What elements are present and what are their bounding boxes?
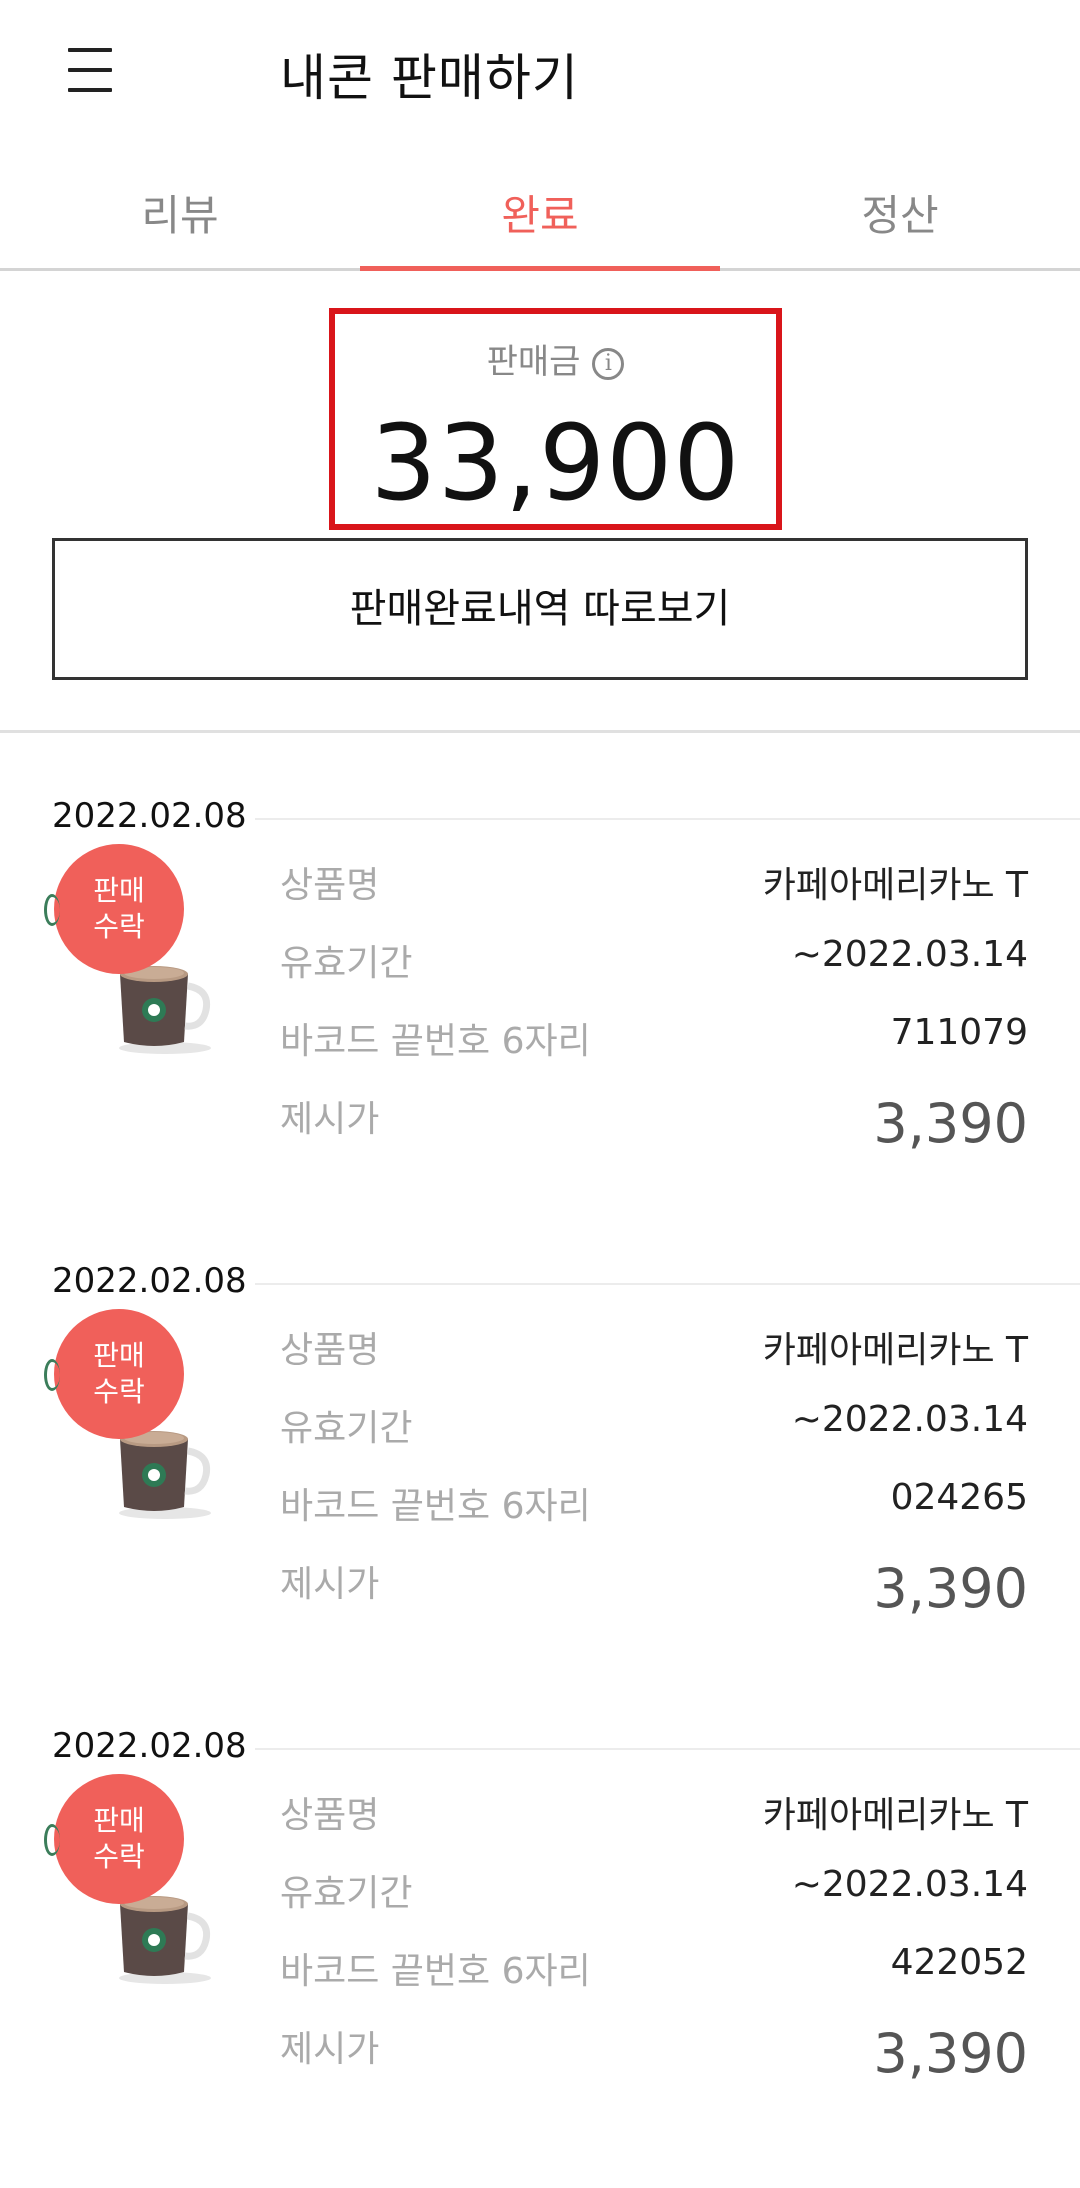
badge-line2: 수락: [93, 1840, 145, 1873]
product-name-label: 상품명: [280, 1330, 380, 1371]
item-date: 2022.02.08: [52, 1261, 247, 1301]
sale-item[interactable]: 2022.02.08 판매 수락 상품명 카페아메리카노 T 유효기간 ~202…: [0, 1261, 1080, 1726]
product-name-label: 상품명: [280, 1795, 380, 1836]
sales-summary-box: 판매금 i 33,900: [329, 308, 782, 530]
sale-accepted-badge: 판매 수락: [44, 1309, 184, 1439]
detail-row-name: 상품명 카페아메리카노 T: [280, 856, 1028, 934]
sale-item[interactable]: 2022.02.08 판매 수락 상품명 카페아메리카노 T 유효기간 ~202…: [0, 796, 1080, 1261]
page-title: 내콘 판매하기: [280, 49, 579, 107]
offer-price-value: 3,390: [873, 2022, 1028, 2085]
badge-line2: 수락: [93, 1375, 145, 1408]
product-name-value: 카페아메리카노 T: [762, 1330, 1028, 1371]
expiry-value: ~2022.03.14: [791, 1399, 1028, 1440]
sales-summary-label-row: 판매금 i: [335, 334, 776, 383]
offer-price-value: 3,390: [873, 1092, 1028, 1155]
tab-complete[interactable]: 완료: [360, 150, 720, 271]
sale-accepted-badge: 판매 수락: [44, 1774, 184, 1904]
item-date: 2022.02.08: [52, 796, 247, 836]
expiry-label: 유효기간: [280, 1873, 413, 1914]
tab-settlement[interactable]: 정산: [720, 150, 1080, 268]
view-sales-history-button[interactable]: 판매완료내역 따로보기: [52, 538, 1028, 680]
detail-row-expiry: 유효기간 ~2022.03.14: [280, 1864, 1028, 1942]
detail-row-price: 제시가 3,390: [280, 1090, 1028, 1168]
offer-price-label: 제시가: [280, 2029, 380, 2070]
section-divider: [0, 730, 1080, 733]
offer-price-label: 제시가: [280, 1564, 380, 1605]
expiry-value: ~2022.03.14: [791, 1864, 1028, 1905]
detail-row-price: 제시가 3,390: [280, 1555, 1028, 1633]
barcode-value: 422052: [890, 1942, 1028, 1983]
product-name-value: 카페아메리카노 T: [762, 865, 1028, 906]
item-date: 2022.02.08: [52, 1726, 247, 1766]
badge-line1: 판매: [93, 1339, 145, 1372]
info-icon[interactable]: i: [592, 347, 625, 380]
date-divider: [255, 1283, 1080, 1285]
date-divider: [255, 1748, 1080, 1750]
expiry-value: ~2022.03.14: [791, 934, 1028, 975]
detail-row-barcode: 바코드 끝번호 6자리 024265: [280, 1477, 1028, 1555]
sale-item[interactable]: 2022.02.08 판매 수락 상품명 카페아메리카노 T 유효기간 ~202…: [0, 1726, 1080, 2188]
hamburger-menu-icon[interactable]: [60, 46, 124, 98]
detail-row-expiry: 유효기간 ~2022.03.14: [280, 1399, 1028, 1477]
badge-line2: 수락: [93, 910, 145, 943]
barcode-value: 711079: [890, 1012, 1028, 1053]
offer-price-value: 3,390: [873, 1557, 1028, 1620]
barcode-label: 바코드 끝번호 6자리: [280, 1021, 591, 1062]
sales-amount: 33,900: [370, 402, 741, 524]
expiry-label: 유효기간: [280, 943, 413, 984]
date-divider: [255, 818, 1080, 820]
offer-price-label: 제시가: [280, 1099, 380, 1140]
barcode-value: 024265: [890, 1477, 1028, 1518]
product-name-value: 카페아메리카노 T: [762, 1795, 1028, 1836]
detail-row-barcode: 바코드 끝번호 6자리 711079: [280, 1012, 1028, 1090]
badge-line1: 판매: [93, 874, 145, 907]
item-details: 상품명 카페아메리카노 T 유효기간 ~2022.03.14 바코드 끝번호 6…: [280, 1786, 1028, 2098]
detail-row-expiry: 유효기간 ~2022.03.14: [280, 934, 1028, 1012]
sale-accepted-badge: 판매 수락: [44, 844, 184, 974]
detail-row-barcode: 바코드 끝번호 6자리 422052: [280, 1942, 1028, 2020]
item-details: 상품명 카페아메리카노 T 유효기간 ~2022.03.14 바코드 끝번호 6…: [280, 856, 1028, 1168]
detail-row-name: 상품명 카페아메리카노 T: [280, 1321, 1028, 1399]
detail-row-price: 제시가 3,390: [280, 2020, 1028, 2098]
barcode-label: 바코드 끝번호 6자리: [280, 1486, 591, 1527]
sales-summary-label: 판매금: [486, 342, 581, 382]
product-name-label: 상품명: [280, 865, 380, 906]
app-header: 내콘 판매하기: [0, 0, 1080, 150]
tab-bar: 리뷰 완료 정산: [0, 150, 1080, 271]
item-details: 상품명 카페아메리카노 T 유효기간 ~2022.03.14 바코드 끝번호 6…: [280, 1321, 1028, 1633]
detail-row-name: 상품명 카페아메리카노 T: [280, 1786, 1028, 1864]
badge-line1: 판매: [93, 1804, 145, 1837]
expiry-label: 유효기간: [280, 1408, 413, 1449]
tab-review[interactable]: 리뷰: [0, 150, 360, 268]
barcode-label: 바코드 끝번호 6자리: [280, 1951, 591, 1992]
